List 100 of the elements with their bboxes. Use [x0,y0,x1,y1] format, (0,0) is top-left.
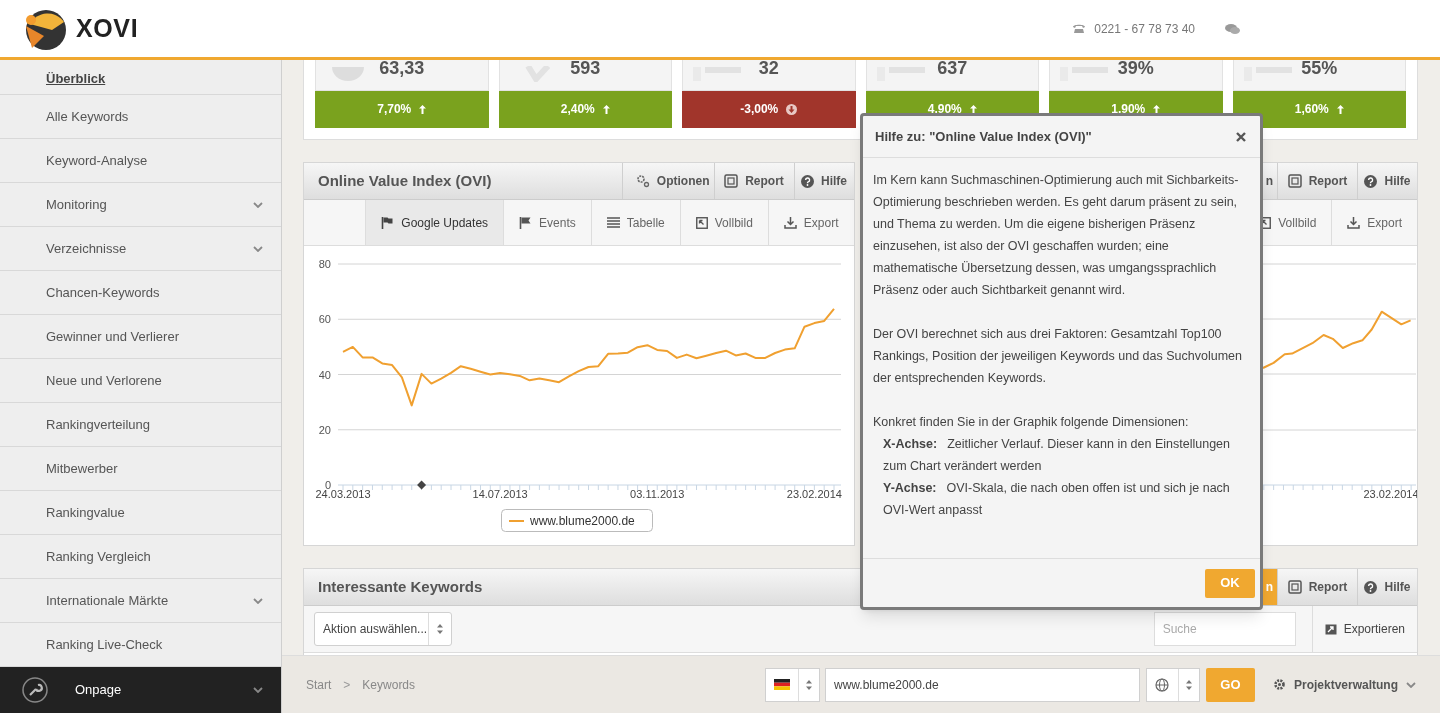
country-select[interactable] [764,667,820,702]
toolbar-button[interactable]: Google Updates [365,200,504,245]
report-icon [724,174,739,188]
list-icon [606,217,620,228]
sidebar-item[interactable]: Internationale Märkte [0,579,281,623]
gear-icon [1272,678,1286,691]
update-marker-icon [417,480,427,490]
brand-name: XOVI [76,12,139,44]
panel-title: Interessante Keywords [317,576,484,597]
definition-text: X-Achse: Zeitlicher Verlauf. Dieser kann in den Einstellungen zum Chart verändert werden [882,436,1231,475]
axis-label: 80 [318,258,331,270]
sidebar-item[interactable]: Gewinner und Verlierer [0,315,281,359]
panel-button[interactable]: Hilfe [1357,163,1417,199]
panel-button[interactable]: Report [713,163,794,199]
panel-button[interactable]: Optionen [621,163,714,199]
change-value: 1,60% [1294,101,1329,119]
chevron-down-icon [253,597,263,604]
arrow-up-icon [1336,105,1344,114]
sidebar-item[interactable]: Monitoring [0,183,281,227]
phone-number: 0221 - 67 78 73 40 [1094,20,1195,38]
axis-label: 60 [318,313,331,326]
sidebar-item[interactable]: Überblick [0,63,281,95]
flag-icon [381,216,395,229]
chart-legend[interactable]: www.blume2000.de [501,509,653,532]
sidebar-item[interactable]: Mitbewerber [0,447,281,491]
toolbar-button[interactable]: Export [767,200,854,245]
axis-label: 14.07.2013 [472,488,528,500]
export-button[interactable]: Exportieren [1311,606,1417,652]
toolbar-button[interactable]: Tabelle [590,200,680,245]
sort-arrows-icon [1184,678,1193,691]
chevron-down-icon [253,687,263,693]
stat-value: 63,33 [379,56,425,80]
sidebar-item[interactable]: Chancen-Keywords [0,271,281,315]
help-icon [1364,580,1378,594]
panel-button[interactable]: Report [1277,163,1357,199]
url-field[interactable]: www.blume2000.de [824,667,1140,702]
toolbar-button[interactable]: Export [1331,200,1417,245]
panel-title: Online Value Index (OVI) [317,170,493,191]
search-field[interactable]: Suche [1153,612,1296,646]
export-icon [1324,623,1337,635]
axis-label: 0 [324,479,331,491]
axis-label: 23.02.2014 [1362,488,1417,500]
help-paragraph: Im Kern kann Suchmaschinen-Optimierung auch mit Sichbarkeits-Optimierung beschrieben werden. Es geht darum präsent zu sein, und Thema zu werden. Um die eigene bisherigen Präsenz einzusehen, ist also der OVI geschaffen wurden; eine mathematische Übersetzung dessen, was umgangssprachlich Präsenz oder auch Sichtbarkeit genannt wird. [873,172,1240,299]
chat-icon [1225,22,1240,35]
chevron-down-icon [253,201,263,208]
search-engine-select[interactable] [1145,667,1200,702]
change-value: 7,70% [377,101,412,119]
dialog-title: Hilfe zu: "Online Value Index (OVI)" [875,127,1093,146]
sidebar-item[interactable]: Alle Keywords [0,95,281,139]
change-value: 1,90% [1111,101,1146,119]
help-icon [801,174,814,188]
stat-value: 637 [937,56,968,80]
toolbar-button[interactable]: Events [503,200,591,245]
project-menu[interactable]: Projektverwaltung [1272,675,1416,694]
arrow-up-icon [602,105,610,114]
sidebar-item[interactable]: Rankingverteilung [0,403,281,447]
close-icon[interactable] [1236,131,1246,142]
sidebar-item[interactable]: Keyword-Analyse [0,139,281,183]
report-icon [1287,174,1302,188]
arrow-up-icon [419,105,427,114]
action-select[interactable]: Aktion auswählen... [314,612,452,646]
sidebar-item[interactable]: Verzeichnisse [0,227,281,271]
panel-button[interactable]: Hilfe [1357,569,1417,605]
report-icon [1287,580,1302,594]
sort-arrows-icon [436,623,444,635]
fullscreen-icon [695,216,708,229]
help-paragraph: Der OVI berechnet sich aus drei Faktoren: Gesamtzahl Top100 Rankings, Position der jeweiligen Keywords und das Suchvolumen der entsprechenden Keywords. [873,326,1243,387]
sidebar-item[interactable]: Neue und Verlorene [0,359,281,403]
globe-icon [1155,677,1170,692]
stat-value: 32 [758,56,779,80]
toolbar-button[interactable]: Vollbild [679,200,768,245]
chevron-down-icon [253,245,263,252]
stat-value: 39% [1117,56,1154,80]
download-icon [1347,216,1361,229]
sidebar-item[interactable]: Onpage [0,667,281,713]
gears-icon [635,174,650,188]
sidebar-item[interactable]: Ranking Vergleich [0,535,281,579]
download-icon [783,216,797,229]
help-paragraph: Konkret finden Sie in der Graphik folgende Dimensionen: [873,414,1190,431]
flag-icon [773,679,790,690]
axis-label: 40 [318,368,331,381]
panel-button[interactable]: Hilfe [793,163,854,199]
panel-button[interactable]: Report [1277,569,1357,605]
breadcrumb-separator: > [343,676,351,694]
stat-value: 593 [570,56,601,80]
arrow-down-icon [786,104,798,115]
change-value: -3,00% [740,101,779,119]
help-icon [1364,174,1378,188]
wrench-icon [22,677,48,703]
axis-label: 24.03.2013 [315,488,371,500]
stat-value: 55% [1301,56,1338,80]
sidebar-item[interactable]: Rankingvalue [0,491,281,535]
flag-icon [519,216,533,229]
change-value: 2,40% [560,101,595,119]
axis-label: 03.11.2013 [630,488,685,500]
axis-label: 23.02.2014 [786,488,842,500]
sort-arrows-icon [804,678,813,691]
phone-icon [1072,23,1087,34]
chevron-down-icon [1406,681,1416,688]
axis-label: 20 [318,423,331,436]
